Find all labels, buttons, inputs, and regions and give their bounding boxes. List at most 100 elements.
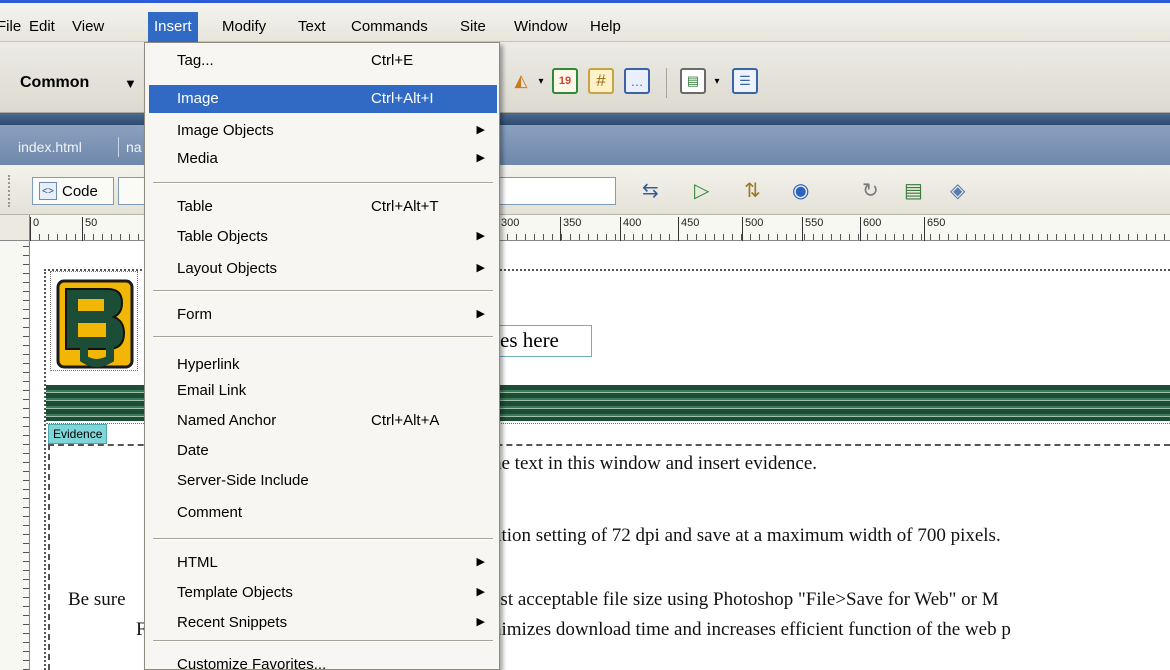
menu-item-layout-objects[interactable]: Layout Objects ▶ [149, 255, 497, 283]
tag-chooser-icon[interactable]: ☰ [732, 68, 758, 94]
visual-aids-icon[interactable]: ◈ [950, 178, 965, 203]
menu-item-label: Recent Snippets [177, 614, 288, 631]
doc-tab-second[interactable]: na [126, 139, 142, 155]
template-icon[interactable]: ◭ [508, 68, 534, 94]
ruler-tick: 0 [30, 217, 39, 241]
date-icon[interactable]: 19 [552, 68, 578, 94]
validate-markup-icon[interactable]: ⇆ [642, 178, 659, 203]
menu-item-label: Form [177, 306, 212, 323]
menu-item-named-anchor[interactable]: Named Anchor Ctrl+Alt+A [149, 407, 497, 435]
vertical-ruler [0, 241, 30, 670]
menu-item-label: HTML [177, 554, 218, 571]
code-view-icon: <> [39, 182, 57, 200]
ruler-tick: 300 [498, 217, 519, 241]
menu-item-shortcut: Ctrl+Alt+A [371, 412, 440, 429]
menu-item-tag[interactable]: Tag... Ctrl+E [149, 47, 497, 75]
menu-separator [153, 538, 493, 540]
evidence-line-2: ution setting of 72 dpi and save at a ma… [492, 525, 1001, 546]
submenu-arrow-icon: ▶ [476, 152, 485, 164]
menu-item-template-objects[interactable]: Template Objects ▶ [149, 579, 497, 607]
menu-edit[interactable]: Edit [29, 18, 55, 35]
menu-item-hyperlink[interactable]: Hyperlink [149, 351, 497, 379]
template-dropdown-icon[interactable]: ▾ [534, 68, 548, 94]
submenu-arrow-icon: ▶ [476, 124, 485, 136]
ruler-tick: 450 [678, 217, 699, 241]
menu-item-image-objects[interactable]: Image Objects ▶ [149, 117, 497, 145]
menu-item-shortcut: Ctrl+Alt+T [371, 198, 439, 215]
templates-icon[interactable]: ▤ [680, 68, 706, 94]
code-view-label: Code [62, 182, 98, 200]
ruler-tick: 600 [860, 217, 881, 241]
menu-item-email-link[interactable]: Email Link [149, 377, 497, 405]
submenu-arrow-icon: ▶ [476, 308, 485, 320]
menu-window[interactable]: Window [514, 18, 567, 35]
evidence-line-3-right: est acceptable file size using Photoshop… [492, 589, 999, 610]
insert-category-label[interactable]: Common [20, 74, 89, 92]
menu-item-server-side-include[interactable]: Server-Side Include [149, 467, 497, 495]
view-options-icon[interactable]: ▤ [904, 178, 923, 203]
menu-item-shortcut: Ctrl+E [371, 52, 414, 69]
category-dropdown-arrow-icon[interactable]: ▼ [124, 76, 137, 91]
ruler-tick: 350 [560, 217, 581, 241]
menu-item-table[interactable]: Table Ctrl+Alt+T [149, 193, 497, 221]
toolbar-grip[interactable] [8, 175, 12, 207]
menu-item-label: Image Objects [177, 122, 274, 139]
header-text[interactable]: es here [498, 325, 592, 357]
menu-item-label: Table [177, 198, 213, 215]
comment-icon[interactable]: … [624, 68, 650, 94]
evidence-line-1: he text in this window and insert eviden… [492, 453, 818, 474]
menu-item-label: Server-Side Include [177, 472, 309, 489]
ruler-corner [0, 215, 30, 241]
menu-file[interactable]: File [0, 18, 21, 35]
document-title-input[interactable] [496, 177, 616, 205]
menu-item-label: Image [177, 90, 219, 107]
menu-item-label: Email Link [177, 382, 247, 399]
menu-item-customize-favorites[interactable]: Customize Favorites... [149, 651, 497, 670]
menu-item-html[interactable]: HTML ▶ [149, 549, 497, 577]
submenu-arrow-icon: ▶ [476, 616, 485, 628]
menu-item-comment[interactable]: Comment [149, 499, 497, 527]
menu-help[interactable]: Help [590, 18, 621, 35]
file-management-icon[interactable]: ⇅ [744, 178, 761, 203]
submenu-arrow-icon: ▶ [476, 230, 485, 242]
menu-insert[interactable]: Insert [148, 12, 198, 45]
menu-item-label: Layout Objects [177, 260, 278, 277]
submenu-arrow-icon: ▶ [476, 586, 485, 598]
templates-dropdown-icon[interactable]: ▾ [710, 68, 724, 94]
menu-item-image[interactable]: Image Ctrl+Alt+I [149, 85, 497, 113]
evidence-line-4-right: nimizes download time and increases effi… [492, 619, 1011, 640]
doc-tab-index[interactable]: index.html [18, 139, 82, 155]
menu-separator [153, 290, 493, 292]
menu-modify[interactable]: Modify [222, 18, 266, 35]
menu-view[interactable]: View [72, 18, 104, 35]
insert-menu-dropdown: Tag... Ctrl+E Image Ctrl+Alt+I Image Obj… [144, 42, 500, 670]
menu-item-recent-snippets[interactable]: Recent Snippets ▶ [149, 609, 497, 637]
refresh-icon[interactable]: ↻ [862, 178, 879, 203]
menu-text[interactable]: Text [298, 18, 326, 35]
toolbar-separator [666, 68, 667, 98]
menu-item-label: Table Objects [177, 228, 268, 245]
menu-separator [153, 182, 493, 184]
submenu-arrow-icon: ▶ [476, 262, 485, 274]
menu-item-form[interactable]: Form ▶ [149, 301, 497, 329]
menu-item-table-objects[interactable]: Table Objects ▶ [149, 223, 497, 251]
menu-item-media[interactable]: Media ▶ [149, 145, 497, 173]
menu-separator [153, 640, 493, 642]
menu-item-label: Date [177, 442, 209, 459]
menu-site[interactable]: Site [460, 18, 486, 35]
evidence-region-tag[interactable]: Evidence [48, 424, 108, 444]
baylor-logo[interactable] [56, 279, 134, 369]
menu-item-label: Hyperlink [177, 356, 240, 373]
code-view-button[interactable]: <> Code [32, 177, 114, 205]
menu-item-date[interactable]: Date [149, 437, 497, 465]
browser-check-icon[interactable]: ▷ [694, 178, 709, 203]
menu-item-label: Tag... [177, 52, 214, 69]
ruler-tick: 50 [82, 217, 97, 241]
ruler-tick: 650 [924, 217, 945, 241]
menu-item-label: Customize Favorites... [177, 656, 327, 670]
server-include-icon[interactable]: # [588, 68, 614, 94]
menu-item-label: Named Anchor [177, 412, 277, 429]
preview-browser-icon[interactable]: ◉ [792, 178, 809, 203]
menu-commands[interactable]: Commands [351, 18, 428, 35]
tab-separator [118, 137, 119, 157]
